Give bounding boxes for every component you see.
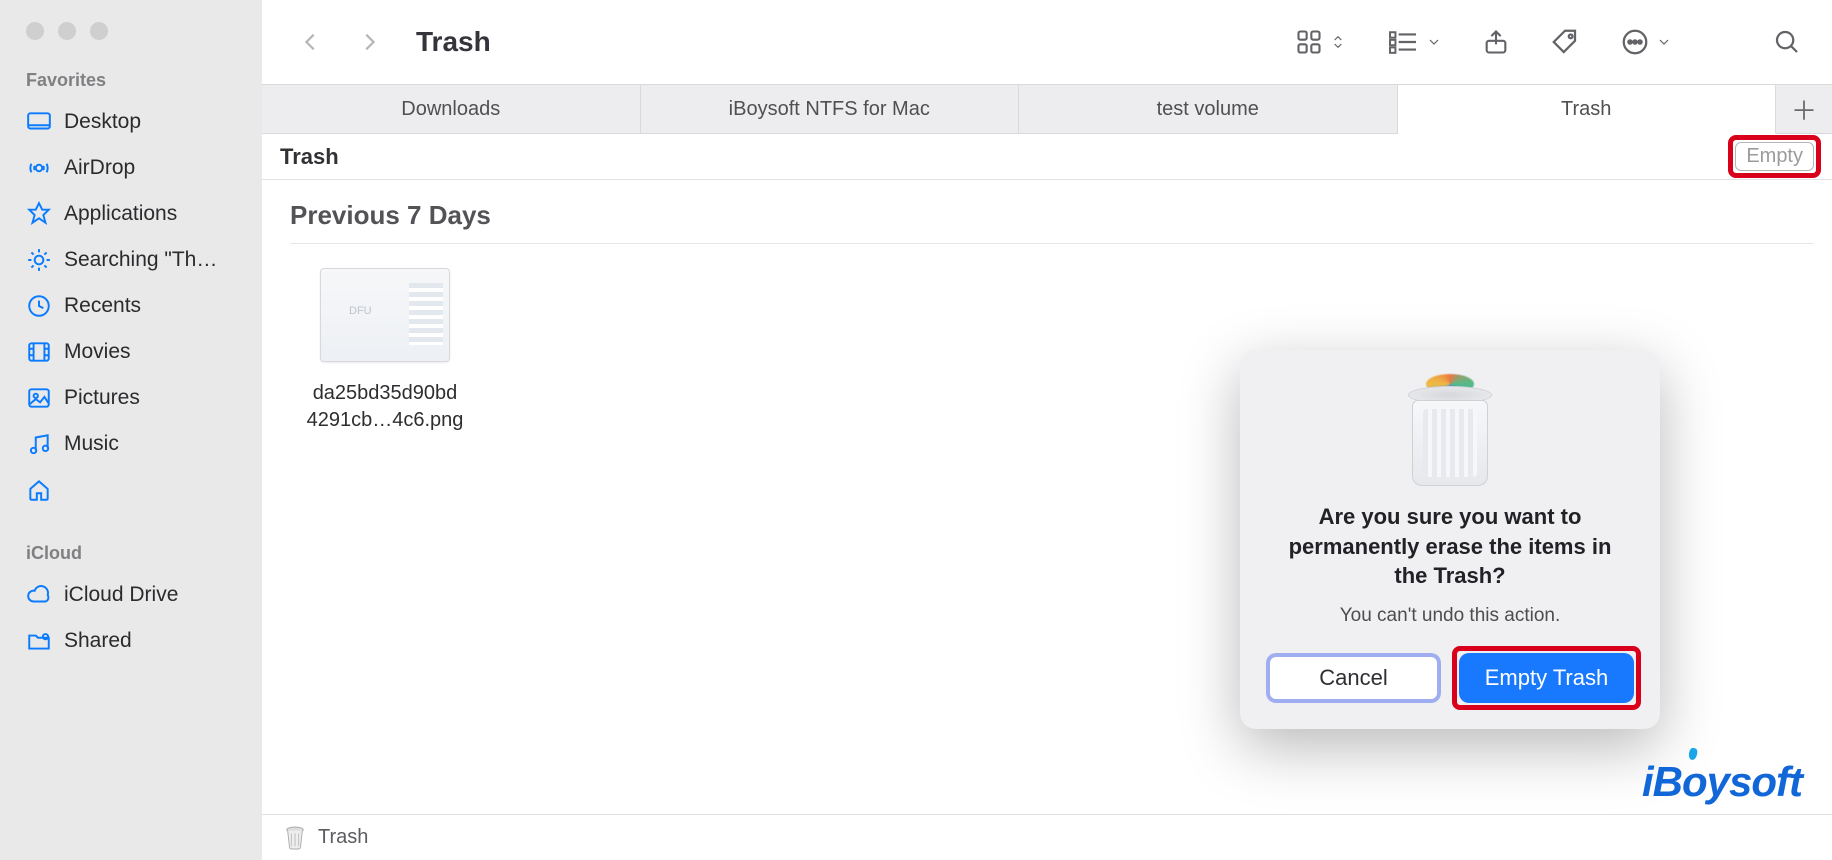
file-name-line1: da25bd35d90bd (290, 380, 480, 407)
sidebar-item-movies[interactable]: Movies (0, 329, 262, 375)
gear-icon (26, 247, 52, 273)
cancel-button[interactable]: Cancel (1266, 653, 1441, 703)
forward-button[interactable] (340, 27, 398, 57)
tab-test-volume[interactable]: test volume (1019, 84, 1398, 134)
cloud-icon (26, 582, 52, 608)
button-label: Cancel (1319, 665, 1387, 691)
sidebar-item-music[interactable]: Music (0, 421, 262, 467)
sidebar-item-label: Applications (64, 202, 177, 226)
sidebar-section-favorites: Favorites (0, 62, 262, 99)
sidebar-item-saved-search[interactable]: Searching "Th… (0, 237, 262, 283)
search-button[interactable] (1772, 27, 1802, 57)
sidebar-item-airdrop[interactable]: AirDrop (0, 145, 262, 191)
minimize-window-button[interactable] (58, 22, 76, 40)
airdrop-icon (26, 155, 52, 181)
clock-icon (26, 293, 52, 319)
sidebar-item-label: Recents (64, 294, 141, 318)
tab-bar: Downloads iBoysoft NTFS for Mac test vol… (262, 84, 1832, 134)
tab-label: iBoysoft NTFS for Mac (729, 98, 930, 121)
tab-label: test volume (1157, 98, 1259, 121)
finder-window: Favorites Desktop AirDrop Applications S… (0, 0, 1832, 860)
home-icon (26, 477, 52, 503)
sidebar-item-shared[interactable]: Shared (0, 618, 262, 664)
film-icon (26, 339, 52, 365)
new-tab-button[interactable]: ＋ (1776, 84, 1832, 134)
sidebar-item-desktop[interactable]: Desktop (0, 99, 262, 145)
sidebar-item-applications[interactable]: Applications (0, 191, 262, 237)
path-label: Trash (318, 826, 368, 849)
button-label: Empty Trash (1485, 665, 1608, 691)
main-area: Trash (262, 0, 1832, 860)
close-window-button[interactable] (26, 22, 44, 40)
sidebar-item-label: Music (64, 432, 119, 456)
back-button[interactable] (282, 27, 340, 57)
dialog-title: Are you sure you want to permanently era… (1270, 502, 1630, 591)
window-controls (0, 14, 262, 62)
path-bar: Trash (262, 814, 1832, 860)
tab-label: Downloads (401, 98, 500, 121)
sidebar-item-label: AirDrop (64, 156, 135, 180)
group-header: Previous 7 Days (290, 180, 1814, 244)
sidebar-section-icloud: iCloud (0, 535, 262, 572)
sidebar: Favorites Desktop AirDrop Applications S… (0, 0, 262, 860)
empty-label: Empty (1746, 145, 1803, 167)
file-item[interactable]: da25bd35d90bd 4291cb…4c6.png (290, 268, 480, 434)
location-title: Trash (280, 144, 339, 170)
sidebar-item-pictures[interactable]: Pictures (0, 375, 262, 421)
group-by-button[interactable] (1386, 29, 1442, 55)
location-bar: Trash Empty (262, 134, 1832, 180)
tab-downloads[interactable]: Downloads (262, 84, 641, 134)
toolbar-right (1294, 27, 1802, 57)
sidebar-item-label: Movies (64, 340, 131, 364)
empty-trash-button[interactable]: Empty (1735, 142, 1814, 171)
tab-iboysoft[interactable]: iBoysoft NTFS for Mac (641, 84, 1020, 134)
sidebar-item-icloud-drive[interactable]: iCloud Drive (0, 572, 262, 618)
pictures-icon (26, 385, 52, 411)
file-name-line2: 4291cb…4c6.png (290, 407, 480, 434)
sidebar-item-label: Pictures (64, 386, 140, 410)
tab-trash[interactable]: Trash (1398, 84, 1777, 134)
watermark-logo: iBoysoft (1642, 758, 1802, 806)
toolbar: Trash (262, 0, 1832, 84)
tags-button[interactable] (1550, 27, 1580, 57)
confirm-dialog: Are you sure you want to permanently era… (1240, 350, 1660, 729)
sidebar-item-home[interactable] (0, 467, 262, 513)
sidebar-item-label: Searching "Th… (64, 248, 217, 272)
trash-full-icon (1402, 380, 1498, 490)
action-menu-button[interactable] (1620, 27, 1672, 57)
empty-trash-confirm-button[interactable]: Empty Trash (1459, 653, 1634, 703)
sidebar-item-label: iCloud Drive (64, 583, 178, 607)
shared-folder-icon (26, 628, 52, 654)
music-icon (26, 431, 52, 457)
dialog-buttons: Cancel Empty Trash (1266, 653, 1634, 703)
sidebar-item-label: Shared (64, 629, 132, 653)
zoom-window-button[interactable] (90, 22, 108, 40)
applications-icon (26, 201, 52, 227)
desktop-icon (26, 109, 52, 135)
sidebar-item-label: Desktop (64, 110, 141, 134)
trash-icon (284, 825, 306, 851)
dialog-subtitle: You can't undo this action. (1266, 605, 1634, 627)
view-icons-button[interactable] (1294, 28, 1346, 56)
tab-label: Trash (1561, 98, 1611, 121)
file-thumbnail (320, 268, 450, 362)
content-area: Previous 7 Days da25bd35d90bd 4291cb…4c6… (262, 180, 1832, 814)
window-title: Trash (416, 26, 491, 58)
sidebar-item-recents[interactable]: Recents (0, 283, 262, 329)
share-button[interactable] (1482, 27, 1510, 57)
